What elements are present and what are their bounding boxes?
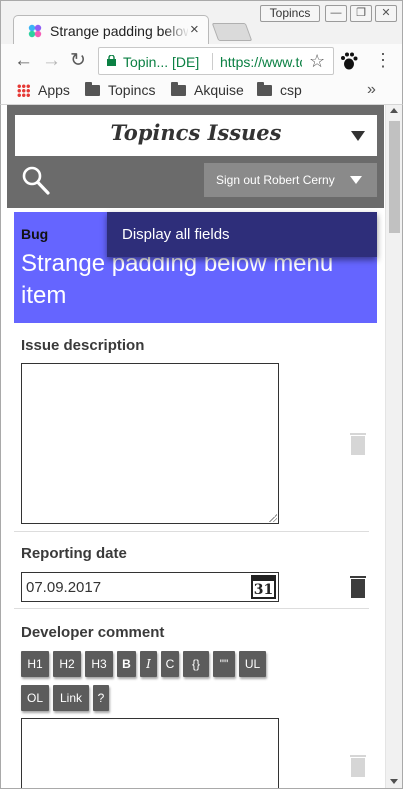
app-title-bar[interactable]: Topincs Issues (15, 115, 377, 156)
browser-titlebar: Strange padding below menu item × Topinc… (0, 0, 403, 46)
signout-button[interactable]: Sign out Robert Cerny (204, 163, 377, 197)
issue-description-label: Issue description (21, 337, 145, 354)
folder-icon (171, 82, 186, 96)
title-dropdown-icon[interactable] (351, 131, 365, 141)
maximize-button[interactable]: ❐ (350, 5, 372, 22)
editor-h2-button[interactable]: H2 (53, 651, 81, 677)
editor-italic-button[interactable]: I (140, 651, 157, 677)
new-tab-button[interactable] (211, 23, 253, 41)
dropdown-menu: Display all fields (107, 212, 377, 257)
app-header: Topincs Issues Sign out Robert Cerny (7, 105, 384, 208)
delete-description-icon[interactable] (350, 433, 366, 455)
editor-h3-button[interactable]: H3 (85, 651, 113, 677)
bookmark-akquise[interactable]: Akquise (171, 82, 244, 98)
folder-icon (85, 82, 100, 96)
bookmark-apps[interactable]: Apps (17, 82, 70, 98)
url-text[interactable]: https://www.topincs.com (220, 54, 302, 70)
editor-quote-button[interactable]: "" (213, 651, 235, 677)
editor-code-button[interactable]: C (161, 651, 179, 677)
developer-comment-label: Developer comment (21, 624, 165, 641)
reporting-date-input[interactable]: 07.09.2017 31 (21, 572, 279, 602)
editor-ul-button[interactable]: UL (239, 651, 266, 677)
folder-icon (257, 82, 272, 96)
tab-close-icon[interactable]: × (190, 21, 199, 38)
lock-icon (107, 55, 116, 66)
bookmark-topincs[interactable]: Topincs (85, 82, 155, 98)
resize-handle[interactable] (269, 514, 277, 522)
scroll-up-icon[interactable] (390, 108, 398, 113)
address-bar[interactable]: Topin... [DE] https://www.topincs.com ☆ (98, 47, 334, 75)
editor-bold-button[interactable]: B (117, 651, 136, 677)
topincs-favicon-icon (28, 24, 42, 38)
search-icon[interactable] (21, 165, 51, 197)
delete-comment-icon[interactable] (350, 755, 366, 777)
reload-icon[interactable]: ↻ (70, 51, 86, 71)
minimize-button[interactable]: — (325, 5, 347, 22)
developer-comment-textarea[interactable] (21, 718, 279, 788)
reporting-date-value: 07.09.2017 (26, 579, 102, 596)
signout-label: Sign out Robert Cerny (216, 173, 335, 187)
bookmark-star-icon[interactable]: ☆ (309, 51, 325, 72)
page-viewport: Topincs Issues Sign out Robert Cerny Bug… (0, 105, 403, 789)
editor-ol-button[interactable]: OL (21, 685, 49, 711)
browser-tab[interactable]: Strange padding below menu item × (13, 15, 209, 46)
bookmarks-bar: Apps Topincs Akquise csp » (0, 79, 403, 105)
reporting-date-label: Reporting date (21, 545, 127, 562)
close-window-button[interactable]: ✕ (375, 5, 397, 22)
menu-item-display-all-fields[interactable]: Display all fields (122, 226, 230, 243)
editor-help-button[interactable]: ? (93, 685, 109, 711)
profile-button[interactable]: Topincs (260, 5, 320, 22)
chevron-down-icon (350, 176, 362, 184)
browser-menu-icon[interactable]: ⋮ (374, 50, 392, 70)
editor-codeblock-button[interactable]: {} (183, 651, 209, 677)
forward-arrow-icon[interactable]: → (42, 51, 61, 71)
issue-description-textarea[interactable] (21, 363, 279, 524)
scroll-down-icon[interactable] (390, 779, 398, 784)
issue-type: Bug (21, 226, 49, 242)
extension-paw-icon[interactable] (340, 51, 358, 71)
back-arrow-icon[interactable]: ← (14, 51, 33, 71)
issue-title: Strange padding below menu item (21, 250, 334, 309)
calendar-icon[interactable]: 31 (251, 575, 276, 599)
editor-link-button[interactable]: Link (53, 685, 89, 711)
app-title: Topincs Issues (110, 120, 282, 145)
scrollbar-thumb[interactable] (389, 121, 400, 233)
editor-h1-button[interactable]: H1 (21, 651, 49, 677)
browser-toolbar: ← → ↻ Topin... [DE] https://www.topincs.… (0, 44, 403, 79)
apps-grid-icon (17, 84, 30, 97)
delete-date-icon[interactable] (350, 576, 366, 598)
bookmark-csp[interactable]: csp (257, 82, 302, 98)
site-identity-label[interactable]: Topin... [DE] (123, 54, 199, 70)
bookmarks-overflow-icon[interactable]: » (367, 81, 376, 99)
vertical-scrollbar[interactable] (385, 105, 402, 788)
